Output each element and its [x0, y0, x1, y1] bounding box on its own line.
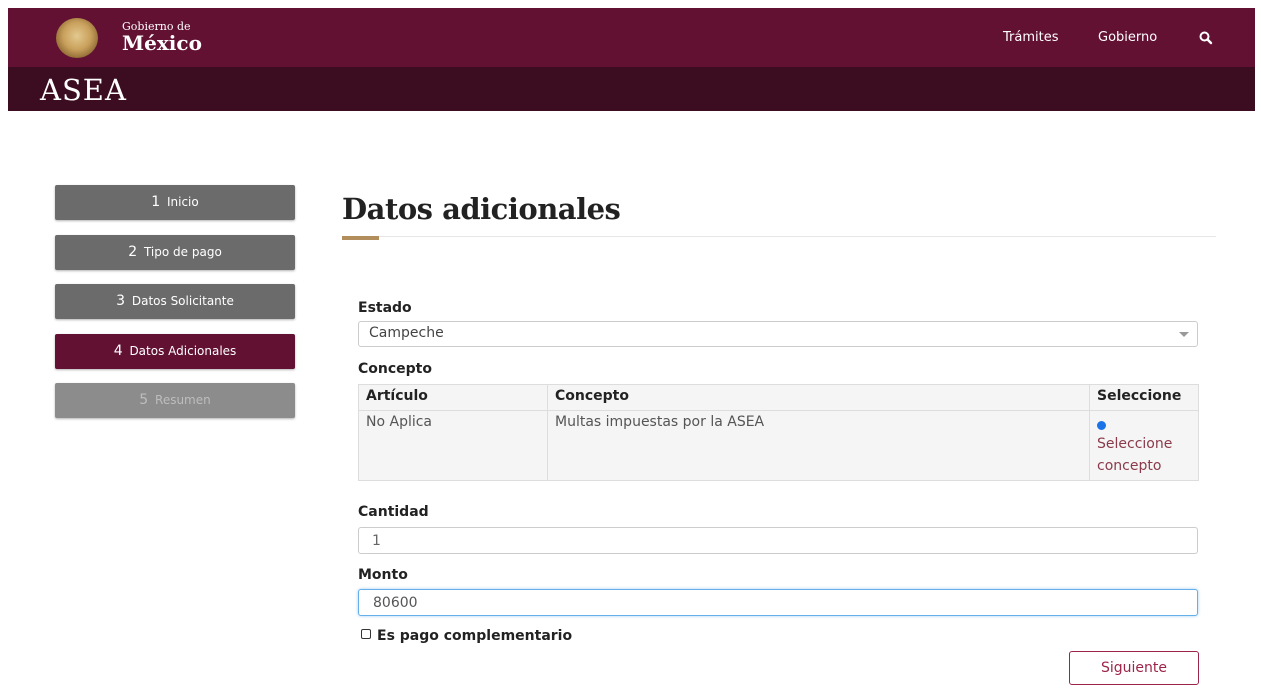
cantidad-input[interactable] — [358, 527, 1198, 554]
step-datos-solicitante[interactable]: 3 Datos Solicitante — [55, 284, 295, 319]
step-label: Resumen — [155, 393, 211, 407]
checkbox-label: Es pago complementario — [377, 628, 573, 644]
monto-label: Monto — [358, 567, 408, 583]
search-icon[interactable] — [1198, 30, 1214, 46]
cell-articulo: No Aplica — [358, 410, 548, 481]
column-header-concepto: Concepto — [547, 384, 1090, 411]
step-resumen: 5 Resumen — [55, 383, 295, 418]
table-header-row: Artículo Concepto Seleccione — [358, 384, 1199, 411]
step-inicio[interactable]: 1 Inicio — [55, 185, 295, 220]
step-number: 3 — [116, 293, 126, 309]
page-title: Datos adicionales — [342, 192, 621, 226]
step-datos-adicionales[interactable]: 4 Datos Adicionales — [55, 334, 295, 369]
step-number: 1 — [151, 194, 161, 210]
cantidad-label: Cantidad — [358, 504, 429, 520]
monto-input[interactable] — [358, 589, 1198, 616]
step-label: Datos Adicionales — [129, 344, 237, 358]
chevron-down-icon — [1179, 332, 1189, 337]
mexico-seal-logo[interactable] — [56, 18, 98, 58]
nav-tramites[interactable]: Trámites — [1003, 30, 1059, 45]
gobierno-logo-text[interactable]: Gobierno de México — [122, 21, 202, 53]
step-label: Inicio — [166, 195, 199, 209]
column-header-seleccione: Seleccione — [1089, 384, 1199, 411]
nav-gobierno[interactable]: Gobierno — [1098, 30, 1157, 45]
select-concept-link[interactable]: Seleccione concepto — [1097, 436, 1172, 474]
step-number: 4 — [113, 343, 123, 359]
step-number: 2 — [128, 244, 138, 260]
estado-select[interactable]: Campeche — [358, 321, 1198, 347]
table-row: No Aplica Multas impuestas por la ASEA S… — [358, 410, 1199, 481]
column-header-articulo: Artículo — [358, 384, 548, 411]
step-label: Tipo de pago — [143, 245, 222, 259]
estado-label: Estado — [358, 300, 412, 316]
title-accent-bar — [342, 236, 379, 240]
agency-bar: ASEA — [8, 67, 1255, 111]
step-tipo-de-pago[interactable]: 2 Tipo de pago — [55, 235, 295, 270]
next-button[interactable]: Siguiente — [1069, 651, 1199, 685]
title-divider — [342, 236, 1216, 237]
agency-title[interactable]: ASEA — [40, 73, 127, 107]
cell-concepto: Multas impuestas por la ASEA — [547, 410, 1090, 481]
concepto-label: Concepto — [358, 361, 432, 377]
complementary-payment-checkbox[interactable]: Es pago complementario — [361, 628, 572, 644]
step-number: 5 — [139, 392, 149, 408]
logo-line2: México — [122, 31, 202, 55]
concepts-table: Artículo Concepto Seleccione No Aplica M… — [358, 384, 1199, 481]
cell-seleccione: Seleccione concepto — [1089, 410, 1199, 481]
step-label: Datos Solicitante — [131, 294, 234, 308]
top-navbar: Gobierno de México Trámites Gobierno — [8, 8, 1255, 67]
estado-selected-value: Campeche — [369, 325, 444, 341]
checkbox-icon[interactable] — [361, 629, 371, 639]
concept-radio-button[interactable] — [1097, 421, 1106, 430]
